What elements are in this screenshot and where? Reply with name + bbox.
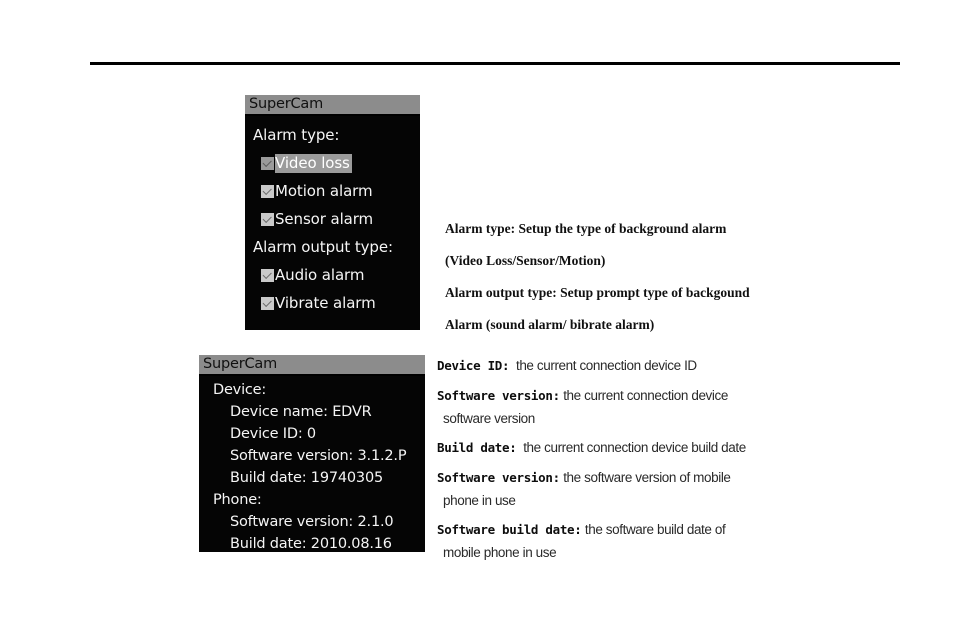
annotation-item-build-date: Build date: the current connection devic… bbox=[437, 436, 867, 460]
checkbox-row-motion-alarm[interactable]: Motion alarm bbox=[245, 177, 420, 205]
alarm-panel-body: Alarm type: Video loss Motion alarm Sens… bbox=[245, 116, 420, 317]
phone-info-line: Build date: 2010.08.16 bbox=[230, 536, 392, 552]
annotation-desc bbox=[509, 358, 516, 373]
annotation-item-phone-software-version: Software version: the software version o… bbox=[437, 466, 867, 512]
annotation-line: Software version: the current connection… bbox=[437, 384, 867, 408]
annotation-line: Build date: the current connection devic… bbox=[437, 436, 867, 460]
alarm-panel-title: SuperCam bbox=[245, 95, 420, 116]
annotation-desc-text: the software version of mobile bbox=[563, 470, 731, 485]
annotation-label: Build date: bbox=[437, 440, 517, 455]
annotation-item-device-software-version: Software version: the current connection… bbox=[437, 384, 867, 430]
checkbox-label: Vibrate alarm bbox=[275, 293, 376, 312]
annotation-item-device-id: Device ID: the current connection device… bbox=[437, 354, 867, 378]
device-info-line: Device ID: 0 bbox=[230, 426, 316, 442]
device-info-panel: SuperCam Device: Device name: EDVR Devic… bbox=[199, 355, 425, 552]
checkbox-checked-icon[interactable] bbox=[261, 296, 274, 310]
device-info-line: Software version: 3.1.2.P bbox=[230, 448, 407, 464]
annotation-line: Alarm type: Setup the type of background… bbox=[445, 221, 727, 236]
checkbox-label: Video loss bbox=[275, 153, 352, 173]
device-panel-body: Device: Device name: EDVR Device ID: 0 S… bbox=[199, 376, 425, 552]
header-divider bbox=[90, 62, 900, 65]
annotation-line: Software build date: the software build … bbox=[437, 518, 867, 542]
annotation-desc-text: the current connection device bbox=[563, 388, 728, 403]
annotation-desc-continuation: mobile phone in use bbox=[443, 545, 557, 560]
alarm-type-group-label: Alarm type: bbox=[253, 126, 340, 144]
annotation-desc-continuation: software version bbox=[443, 411, 535, 426]
device-section-heading: Device: bbox=[213, 382, 267, 398]
annotation-line: Alarm (sound alarm/ bibrate alarm) bbox=[445, 317, 655, 332]
alarm-settings-panel: SuperCam Alarm type: Video loss Motion a… bbox=[245, 95, 420, 330]
annotation-label: Software build date: bbox=[437, 522, 582, 537]
device-annotation-block: Device ID: the current connection device… bbox=[437, 354, 867, 570]
checkbox-label: Audio alarm bbox=[275, 265, 365, 284]
annotation-line: Alarm output type: Setup prompt type of … bbox=[445, 285, 750, 300]
phone-section-heading: Phone: bbox=[213, 492, 262, 508]
checkbox-checked-icon[interactable] bbox=[261, 268, 274, 282]
annotation-desc-text: the current connection device build date bbox=[523, 440, 746, 455]
manual-page: SuperCam Alarm type: Video loss Motion a… bbox=[0, 0, 954, 636]
annotation-label: Device ID: bbox=[437, 358, 510, 373]
device-info-line: Device name: EDVR bbox=[230, 404, 372, 420]
annotation-label: Software version: bbox=[437, 388, 560, 403]
phone-info-line: Software version: 2.1.0 bbox=[230, 514, 394, 530]
device-info-line: Build date: 19740305 bbox=[230, 470, 384, 486]
checkbox-checked-icon[interactable] bbox=[261, 156, 274, 170]
annotation-desc-continuation: phone in use bbox=[443, 493, 516, 508]
annotation-item-phone-build-date: Software build date: the software build … bbox=[437, 518, 867, 564]
checkbox-checked-icon[interactable] bbox=[261, 212, 274, 226]
device-panel-title: SuperCam bbox=[199, 355, 425, 376]
checkbox-label: Sensor alarm bbox=[275, 209, 374, 228]
checkbox-row-sensor-alarm[interactable]: Sensor alarm bbox=[245, 205, 420, 233]
checkbox-row-vibrate-alarm[interactable]: Vibrate alarm bbox=[245, 289, 420, 317]
annotation-desc-text: the current connection device ID bbox=[515, 358, 697, 373]
alarm-annotation-block: Alarm type: Setup the type of background… bbox=[445, 213, 845, 341]
checkbox-row-audio-alarm[interactable]: Audio alarm bbox=[245, 261, 420, 289]
checkbox-label: Motion alarm bbox=[275, 181, 373, 200]
checkbox-checked-icon[interactable] bbox=[261, 184, 274, 198]
annotation-desc-text: the software build date of bbox=[584, 522, 726, 537]
annotation-line: Software version: the software version o… bbox=[437, 466, 867, 490]
annotation-line: (Video Loss/Sensor/Motion) bbox=[445, 253, 606, 268]
alarm-output-type-group-label: Alarm output type: bbox=[253, 238, 393, 256]
checkbox-row-video-loss[interactable]: Video loss bbox=[245, 149, 420, 177]
annotation-label: Software version: bbox=[437, 470, 560, 485]
annotation-line: Device ID: the current connection device… bbox=[437, 354, 867, 378]
